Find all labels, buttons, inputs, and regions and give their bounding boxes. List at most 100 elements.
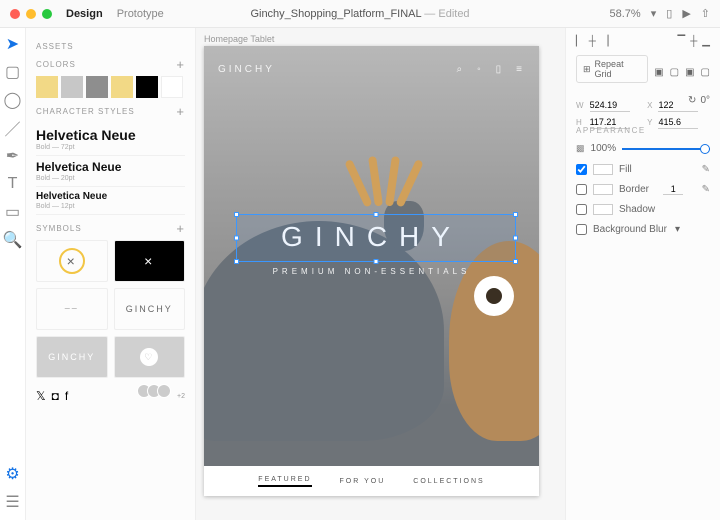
tab-prototype[interactable]: Prototype [117, 8, 164, 20]
add-symbol-button[interactable]: + [176, 221, 185, 236]
text-tool-icon[interactable]: T [5, 176, 21, 192]
y-input[interactable] [658, 116, 698, 129]
color-swatch[interactable] [161, 76, 183, 98]
shadow-color-chip[interactable] [593, 204, 613, 215]
ellipse-tool-icon[interactable]: ◯ [5, 92, 21, 108]
assets-panel: ASSETS Colors + Character Styles + Helveti… [26, 28, 196, 520]
fill-color-chip[interactable] [593, 164, 613, 175]
exclude-icon[interactable]: ▢ [701, 67, 710, 78]
canvas-area[interactable]: Homepage Tablet GINCHY ⌕ ◦ ▯ ≡ GINCHY PR… [196, 28, 565, 520]
charstyle-item[interactable]: Helvetica Neue Bold — 20pt [36, 156, 185, 187]
mock-navbar: GINCHY ⌕ ◦ ▯ ≡ [204, 46, 539, 92]
assets-header: ASSETS [36, 42, 185, 51]
fill-row: Fill ✎ [576, 164, 710, 175]
share-icon[interactable]: ⇧ [701, 7, 710, 20]
footer-tab: COLLECTIONS [413, 478, 484, 485]
minimize-icon[interactable] [26, 9, 36, 19]
align-bottom-icon[interactable]: ▁ [702, 36, 710, 47]
rectangle-tool-icon[interactable]: ▢ [5, 64, 21, 80]
chevron-down-icon[interactable]: ▾ [675, 224, 680, 235]
device-preview-icon[interactable]: ▯ [666, 7, 672, 20]
bag-icon: ▯ [496, 64, 505, 75]
align-vcenter-icon[interactable]: ┼ [690, 36, 697, 47]
symbol-item[interactable]: ♡ [114, 336, 186, 378]
bgblur-checkbox[interactable] [576, 224, 587, 235]
mock-footer-tabs: FEATURED FOR YOU COLLECTIONS [204, 466, 539, 496]
facebook-icon[interactable]: f [65, 389, 68, 403]
border-color-chip[interactable] [593, 184, 613, 195]
boolean-ops: ▣ ▢ ▣ ▢ [654, 67, 710, 78]
user-icon: ◦ [477, 64, 484, 75]
artboard-label[interactable]: Homepage Tablet [204, 34, 565, 44]
width-input[interactable] [590, 99, 630, 112]
selection-bounds[interactable] [236, 214, 516, 262]
symbol-item[interactable]: —— [36, 288, 108, 330]
avatar-stack[interactable]: +2 [141, 384, 185, 403]
rotation-value: 0° [700, 95, 710, 106]
eyedropper-icon[interactable]: ✎ [702, 184, 710, 195]
bgblur-row: Background Blur ▾ [576, 224, 710, 235]
eyedropper-icon[interactable]: ✎ [702, 164, 710, 175]
symbol-item[interactable]: × [36, 240, 108, 282]
artboard[interactable]: GINCHY ⌕ ◦ ▯ ≡ GINCHY PREMIUM NON-ESSENT… [204, 46, 539, 496]
charstyle-name: Helvetica Neue [36, 160, 185, 174]
twitter-icon[interactable]: 𝕏 [36, 389, 46, 403]
edited-label: — Edited [424, 8, 469, 20]
instagram-icon[interactable]: ◘ [52, 389, 59, 403]
fill-label: Fill [619, 164, 632, 175]
assets-panel-icon[interactable]: ⚙ [5, 466, 21, 482]
symbol-item[interactable]: GINCHY [36, 336, 108, 378]
union-icon[interactable]: ▣ [654, 67, 663, 78]
symbol-item[interactable]: × [114, 240, 186, 282]
charstyle-item[interactable]: Helvetica Neue Bold — 12pt [36, 187, 185, 215]
add-color-button[interactable]: + [176, 57, 185, 72]
menu-icon: ≡ [516, 64, 525, 75]
color-swatch[interactable] [111, 76, 133, 98]
intersect-icon[interactable]: ▣ [685, 67, 694, 78]
align-left-icon[interactable]: ▏ [576, 36, 584, 47]
fill-checkbox[interactable] [576, 164, 587, 175]
rotation-control[interactable]: ↻ 0° [688, 95, 710, 106]
tab-design[interactable]: Design [66, 8, 103, 20]
charstyles-section-label: Character Styles [36, 107, 135, 116]
tools-sidebar: ➤ ▢ ◯ ／ ✒ T ▭ 🔍 ⚙ ☰ [0, 28, 26, 520]
align-top-icon[interactable]: ▔ [678, 36, 686, 47]
symbol-item[interactable]: GINCHY [114, 288, 186, 330]
border-checkbox[interactable] [576, 184, 587, 195]
select-tool-icon[interactable]: ➤ [5, 36, 21, 52]
hero-subtitle: PREMIUM NON-ESSENTIALS [204, 267, 539, 276]
document-name: Ginchy_Shopping_Platform_FINAL [250, 8, 421, 20]
chevron-down-icon[interactable]: ▾ [651, 7, 657, 20]
close-icon[interactable] [10, 9, 20, 19]
line-tool-icon[interactable]: ／ [5, 120, 21, 136]
repeat-grid-button[interactable]: ⊞ Repeat Grid [576, 55, 648, 83]
charstyle-item[interactable]: Helvetica Neue Bold — 72pt [36, 123, 185, 156]
artboard-tool-icon[interactable]: ▭ [5, 204, 21, 220]
maximize-icon[interactable] [42, 9, 52, 19]
align-right-icon[interactable]: ▕ [601, 36, 609, 47]
social-icons: 𝕏 ◘ f [36, 385, 68, 403]
zoom-tool-icon[interactable]: 🔍 [5, 232, 21, 248]
bgblur-label: Background Blur [593, 224, 667, 235]
opacity-slider[interactable]: ▩ 100% [576, 143, 710, 154]
border-width-input[interactable] [663, 184, 683, 195]
colors-section-label: Colors [36, 60, 76, 69]
charstyle-meta: Bold — 12pt [36, 203, 185, 210]
symbols-section-label: Symbols [36, 224, 82, 233]
zoom-level[interactable]: 58.7% [610, 8, 641, 20]
footer-tab: FOR YOU [340, 478, 386, 485]
color-swatch[interactable] [136, 76, 158, 98]
document-title: Ginchy_Shopping_Platform_FINAL — Edited [250, 8, 469, 20]
window-controls [10, 9, 52, 19]
color-swatch[interactable] [86, 76, 108, 98]
pen-tool-icon[interactable]: ✒ [5, 148, 21, 164]
layers-panel-icon[interactable]: ☰ [5, 494, 21, 510]
shadow-checkbox[interactable] [576, 204, 587, 215]
color-swatch[interactable] [36, 76, 58, 98]
mock-logo: GINCHY [218, 64, 275, 75]
align-hcenter-icon[interactable]: ┼ [589, 36, 596, 47]
color-swatch[interactable] [61, 76, 83, 98]
subtract-icon[interactable]: ▢ [670, 67, 679, 78]
play-icon[interactable]: ▶ [682, 7, 690, 20]
add-charstyle-button[interactable]: + [176, 104, 185, 119]
